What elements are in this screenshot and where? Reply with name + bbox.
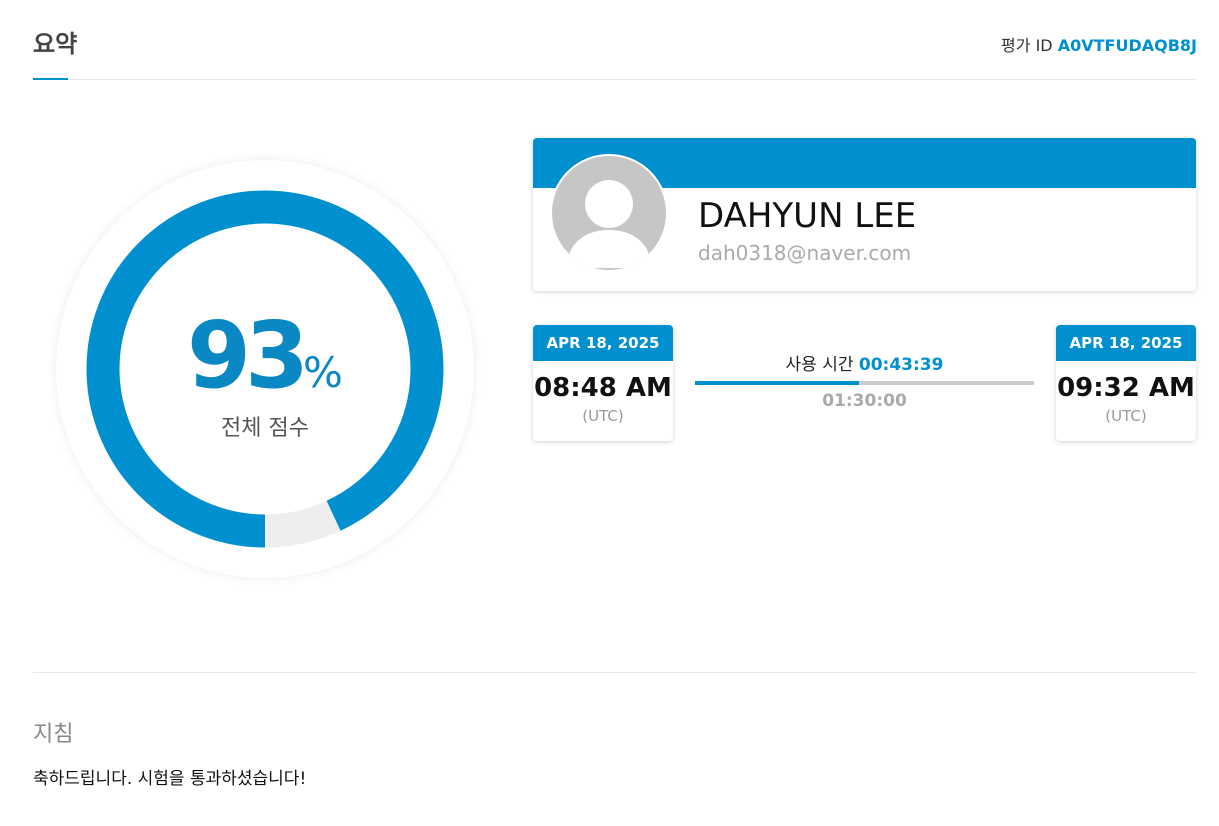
usage-limit: 01:30:00	[822, 391, 907, 411]
title-underline	[33, 78, 68, 80]
evaluation-id: 평가 ID A0VTFUDAQB8J	[1001, 32, 1197, 56]
end-time-card: APR 18, 2025 09:32 AM (UTC)	[1056, 325, 1196, 441]
profile-card: DAHYUN LEE dah0318@naver.com	[533, 138, 1196, 291]
section-divider	[33, 672, 1197, 673]
usage-time: 사용 시간 00:43:39 01:30:00	[695, 350, 1034, 411]
start-time-card: APR 18, 2025 08:48 AM (UTC)	[533, 325, 673, 441]
avatar	[550, 154, 668, 272]
score-gauge: 93% 전체 점수	[56, 160, 474, 578]
guide-title: 지침	[33, 722, 74, 747]
user-icon	[566, 180, 652, 268]
start-timezone: (UTC)	[582, 407, 624, 425]
page-title: 요약	[33, 30, 78, 58]
evaluation-id-value: A0VTFUDAQB8J	[1057, 36, 1197, 55]
score-label: 전체 점수	[221, 416, 309, 441]
page-header: 요약 평가 ID A0VTFUDAQB8J	[33, 0, 1197, 80]
score-unit: %	[303, 348, 343, 397]
guide-text: 축하드립니다. 시험을 통과하셨습니다!	[33, 769, 307, 789]
start-date: APR 18, 2025	[533, 325, 673, 361]
evaluation-id-label: 평가 ID	[1001, 36, 1053, 55]
end-timezone: (UTC)	[1105, 407, 1147, 425]
user-name: DAHYUN LEE	[698, 196, 917, 236]
start-time: 08:48 AM	[534, 373, 672, 403]
usage-label-row: 사용 시간 00:43:39	[695, 350, 1034, 375]
end-date: APR 18, 2025	[1056, 325, 1196, 361]
usage-label: 사용 시간	[785, 355, 854, 375]
usage-progress-track	[695, 381, 1034, 385]
usage-progress-fill	[695, 381, 860, 385]
user-email: dah0318@naver.com	[698, 241, 912, 265]
score-number: 93	[187, 302, 309, 409]
score-value: 93%	[56, 310, 474, 402]
end-time: 09:32 AM	[1057, 373, 1195, 403]
usage-elapsed: 00:43:39	[858, 355, 944, 375]
